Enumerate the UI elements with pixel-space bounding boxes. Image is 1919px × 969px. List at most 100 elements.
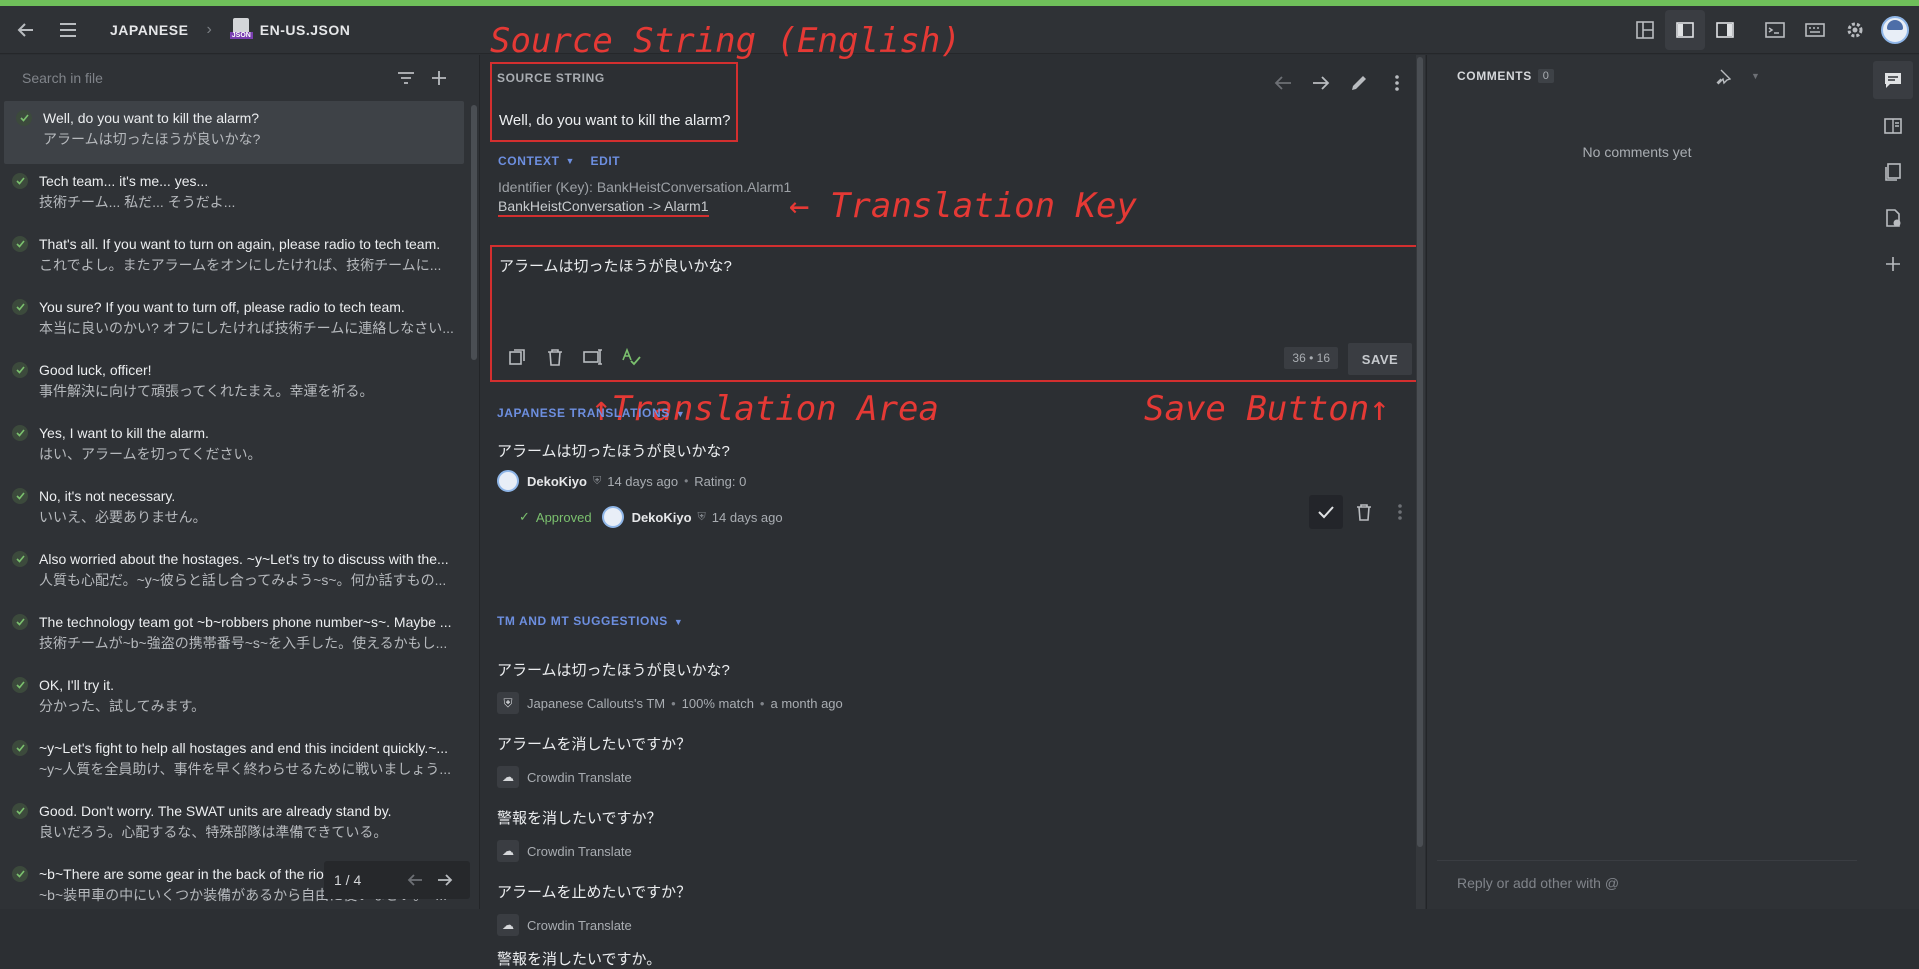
- add-icon[interactable]: [1873, 245, 1913, 283]
- translation-actions: [1309, 492, 1415, 532]
- page-number: 1 / 4: [334, 872, 362, 888]
- list-item[interactable]: Tech team... it's me... yes... 技術チーム... 私…: [0, 164, 470, 227]
- tm-icon: ⛨: [497, 692, 519, 714]
- breadcrumb-file[interactable]: EN-US.JSON: [260, 22, 351, 38]
- layout-sidebar-left-icon[interactable]: [1665, 10, 1705, 50]
- suggestion-text: 警報を消したいですか？: [497, 810, 662, 827]
- translation-entry: アラームは切ったほうが良いかな? DekoKiyo ⛨ 14 days ago …: [497, 440, 1407, 528]
- context-toggle[interactable]: CONTEXT: [498, 154, 560, 168]
- suggestion-item[interactable]: 警報を消したいですか。: [497, 948, 1397, 969]
- list-item-source: Tech team... it's me... yes...: [39, 173, 209, 189]
- list-item[interactable]: You sure? If you want to turn off, pleas…: [0, 290, 470, 353]
- suggestion-text: アラームを止めたいですか？: [497, 884, 692, 901]
- translation-entry-text: アラームは切ったほうが良いかな?: [497, 443, 730, 460]
- layout-panels-icon[interactable]: [1625, 10, 1665, 50]
- suggestion-match: 100% match: [681, 695, 754, 711]
- suggestion-text: 警報を消したいですか。: [497, 951, 662, 968]
- layout-sidebar-right-icon[interactable]: [1705, 10, 1745, 50]
- context-chevron-icon[interactable]: ▼: [566, 156, 575, 166]
- comments-header: COMMENTS 0: [1457, 69, 1554, 83]
- annotation-source-string: Source String (English): [490, 21, 961, 61]
- search-input[interactable]: [22, 70, 391, 86]
- approved-check-icon: [12, 551, 28, 567]
- list-item[interactable]: That's all. If you want to turn on again…: [0, 227, 470, 290]
- more-vertical-icon[interactable]: [1385, 492, 1415, 532]
- context-edit-link[interactable]: EDIT: [590, 154, 620, 168]
- save-button[interactable]: SAVE: [1348, 343, 1412, 375]
- glossary-book-icon[interactable]: [1873, 107, 1913, 145]
- approver-avatar[interactable]: [601, 506, 624, 528]
- delete-trash-icon[interactable]: [1347, 492, 1381, 532]
- comment-input[interactable]: Reply or add other with @: [1457, 875, 1619, 891]
- string-nav-icons: [1264, 63, 1416, 103]
- back-arrow-icon[interactable]: [6, 10, 46, 50]
- keyboard-icon[interactable]: [1795, 10, 1835, 50]
- edit-pencil-icon[interactable]: [1340, 63, 1378, 103]
- japanese-translations-header[interactable]: JAPANESE TRANSLATIONS ▼: [497, 404, 685, 422]
- divider: [1437, 860, 1857, 861]
- editor-scrollbar[interactable]: [1416, 55, 1425, 909]
- add-icon[interactable]: [421, 58, 457, 98]
- approved-check-icon: [12, 866, 28, 882]
- list-item-translation: ~y~人質を全員助け、事件を早く終わらせるために戦いましょう...: [39, 761, 452, 777]
- comments-icon[interactable]: [1872, 61, 1913, 99]
- more-vertical-icon[interactable]: [1378, 63, 1416, 103]
- approved-check-icon: [16, 110, 32, 126]
- approver-name[interactable]: DekoKiyo: [632, 510, 692, 525]
- list-item-translation: 事件解決に向けて頑張ってくれたまえ。幸運を祈る。: [39, 383, 374, 399]
- spellcheck-icon[interactable]: [614, 340, 648, 374]
- annotation-translation-key: ← Translation Key: [789, 186, 1137, 226]
- suggestion-item[interactable]: 警報を消したいですか？ ☁ Crowdin Translate: [497, 807, 1397, 862]
- prev-string-icon[interactable]: [1264, 63, 1302, 103]
- suggestion-item[interactable]: アラームは切ったほうが良いかな? ⛨ Japanese Callouts's TM •…: [497, 659, 1397, 714]
- copy-source-icon[interactable]: [500, 340, 534, 374]
- list-item[interactable]: The technology team got ~b~robbers phone…: [0, 605, 470, 668]
- list-item-translation: 本当に良いのかい? オフにしたければ技術チームに連絡しなさい...: [39, 320, 454, 336]
- approved-check-icon: ✓: [519, 509, 530, 524]
- prev-page-icon[interactable]: [400, 865, 430, 895]
- approved-check-icon: [12, 425, 28, 441]
- approved-check-icon: [12, 803, 28, 819]
- next-page-icon[interactable]: [430, 865, 460, 895]
- pin-icon[interactable]: [1703, 57, 1743, 97]
- translation-input[interactable]: アラームは切ったほうが良いかな?: [499, 255, 732, 276]
- translation-area[interactable]: アラームは切ったほうが良いかな? 36 • 16 SAVE: [490, 245, 1424, 382]
- comments-count: 0: [1537, 69, 1554, 83]
- char-counter: 36 • 16: [1284, 347, 1338, 369]
- translation-time: 14 days ago: [607, 473, 679, 489]
- no-comments-text: No comments yet: [1582, 144, 1692, 160]
- clear-trash-icon[interactable]: [538, 340, 572, 374]
- list-item[interactable]: ~y~Let's fight to help all hostages and …: [0, 731, 470, 794]
- list-item[interactable]: No, it's not necessary. いいえ、必要ありません。: [0, 479, 470, 542]
- suggestion-item[interactable]: アラームを消したいですか？ ☁ Crowdin Translate: [497, 733, 1397, 788]
- library-icon[interactable]: [1873, 153, 1913, 191]
- list-item[interactable]: Yes, I want to kill the alarm. はい、アラームを切っ…: [0, 416, 470, 479]
- approved-check-icon: [12, 362, 28, 378]
- list-item[interactable]: Well, do you want to kill the alarm? アラーム…: [4, 101, 464, 164]
- breadcrumb-separator-icon: ›: [206, 20, 212, 38]
- approve-check-icon[interactable]: [1309, 495, 1343, 529]
- suggestion-source: Crowdin Translate: [527, 917, 632, 933]
- tm-suggestions-header[interactable]: TM AND MT SUGGESTIONS ▼: [497, 612, 683, 630]
- translator-name[interactable]: DekoKiyo: [527, 474, 587, 489]
- suggestion-source: Crowdin Translate: [527, 843, 632, 859]
- file-info-icon[interactable]: [1873, 199, 1913, 237]
- filter-icon[interactable]: [391, 58, 421, 98]
- list-item-translation: 技術チーム... 私だ... そうだよ...: [39, 194, 236, 210]
- key-path: BankHeistConversation -> Alarm1: [498, 198, 709, 217]
- list-item[interactable]: Good luck, officer! 事件解決に向けて頑張ってくれたまえ。幸運を…: [0, 353, 470, 416]
- terminal-icon[interactable]: [1755, 10, 1795, 50]
- user-avatar[interactable]: [1875, 10, 1915, 50]
- next-string-icon[interactable]: [1302, 63, 1340, 103]
- gear-icon[interactable]: [1835, 10, 1875, 50]
- list-item[interactable]: Good. Don't worry. The SWAT units are al…: [0, 794, 470, 857]
- cloud-icon: ☁: [497, 840, 519, 862]
- transliterate-icon[interactable]: [576, 340, 610, 374]
- pin-dropdown-icon[interactable]: ▼: [1751, 71, 1760, 81]
- list-item[interactable]: OK, I'll try it. 分かった、試してみます。: [0, 668, 470, 731]
- list-scrollbar[interactable]: [471, 105, 477, 360]
- avatar[interactable]: [497, 470, 519, 492]
- menu-icon[interactable]: [48, 10, 88, 50]
- breadcrumb-project[interactable]: JAPANESE: [110, 22, 188, 38]
- list-item[interactable]: Also worried about the hostages. ~y~Let'…: [0, 542, 470, 605]
